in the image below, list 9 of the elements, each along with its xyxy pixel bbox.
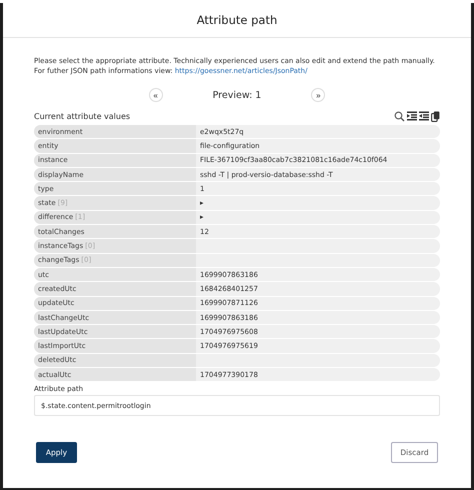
indent-icon[interactable] (407, 111, 417, 121)
previous-button[interactable]: « (148, 88, 163, 102)
section-heading: Current attribute values (34, 112, 130, 120)
search-icon[interactable] (394, 110, 405, 122)
next-button[interactable]: » (311, 88, 326, 102)
copy-icon[interactable] (431, 110, 440, 122)
dialog-title: Attribute path (196, 13, 278, 27)
preview-label: Preview: 1 (212, 90, 262, 100)
outdent-icon[interactable] (419, 111, 429, 121)
